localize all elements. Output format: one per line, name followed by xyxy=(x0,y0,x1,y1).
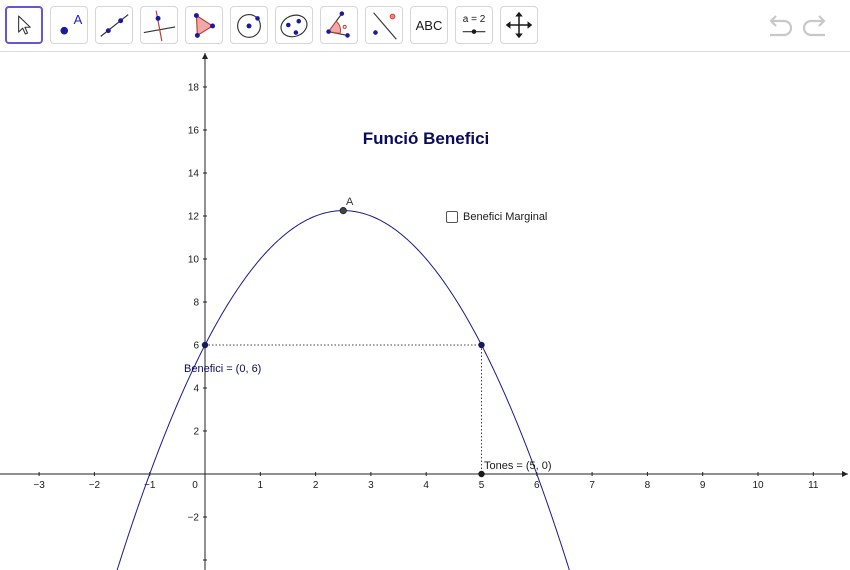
point-benefici[interactable] xyxy=(201,341,209,349)
move-graphics-view-icon xyxy=(505,11,533,39)
profit-curve[interactable] xyxy=(116,210,570,570)
y-tick-label: 12 xyxy=(188,212,200,223)
x-tick-label: −3 xyxy=(33,480,45,491)
y-tick-label: 10 xyxy=(188,255,200,266)
redo-icon xyxy=(802,15,826,37)
benefici-marginal-checkbox[interactable]: Benefici Marginal xyxy=(446,209,547,225)
point-on-curve[interactable] xyxy=(478,341,485,349)
line-icon xyxy=(100,14,129,37)
ellipse-icon xyxy=(280,14,308,38)
x-axis-arrow xyxy=(842,471,848,477)
point-tool-label: A xyxy=(73,12,83,27)
point-tones-label: Tones = (5, 0) xyxy=(484,460,552,472)
y-tick-label: 14 xyxy=(188,169,200,180)
graph-title: Funció Benefici xyxy=(363,129,490,148)
x-tick-label: 7 xyxy=(589,480,595,491)
checkbox-box[interactable] xyxy=(446,211,458,223)
y-tick-label: 16 xyxy=(188,126,200,137)
graph-canvas[interactable]: −3 −2 −1 0 1 2 3 4 5 6 7 8 9 10 11 18161412108642−2 Fu… xyxy=(0,52,850,570)
y-tick-label: 4 xyxy=(193,384,199,395)
text-tool-label: ABC xyxy=(415,18,443,33)
x-tick-label: 1 xyxy=(258,480,264,491)
point-a[interactable] xyxy=(339,207,347,215)
line-tool[interactable] xyxy=(95,6,133,44)
perpendicular-line-tool[interactable] xyxy=(140,6,178,44)
y-tick-label: 18 xyxy=(188,83,200,94)
checkbox-label: Benefici Marginal xyxy=(463,211,548,223)
x-tick-label: 0 xyxy=(192,480,198,491)
x-tick-label: 11 xyxy=(808,480,819,491)
circle-tool[interactable] xyxy=(230,6,268,44)
text-tool[interactable]: ABC xyxy=(410,6,448,44)
undo-button[interactable] xyxy=(764,12,794,42)
move-tool[interactable] xyxy=(5,6,43,44)
graphics-view[interactable]: −3 −2 −1 0 1 2 3 4 5 6 7 8 9 10 11 18 16 14 12 10 8 6 4 2 −2 Fu… xyxy=(0,52,850,570)
point-a-label: A xyxy=(346,196,354,208)
circle-center-icon xyxy=(237,14,261,38)
y-tick-label: 2 xyxy=(193,427,199,438)
y-tick-label: 8 xyxy=(193,298,199,309)
point-tool[interactable]: A xyxy=(50,6,88,44)
conic-tool[interactable] xyxy=(275,6,313,44)
slider-tool[interactable]: a = 2 xyxy=(455,6,493,44)
arrow-cursor-icon xyxy=(18,15,31,35)
x-tick-label: 5 xyxy=(479,480,485,491)
perpendicular-line-icon xyxy=(143,10,176,42)
x-tick-label: 4 xyxy=(423,480,429,491)
angle-icon xyxy=(326,11,350,38)
x-tick-label: 3 xyxy=(368,480,374,491)
slider-icon xyxy=(462,29,486,34)
move-view-tool[interactable] xyxy=(500,6,538,44)
y-axis-arrow xyxy=(202,53,208,59)
undo-icon xyxy=(769,15,793,37)
reflect-point-icon xyxy=(373,12,397,40)
reflect-tool[interactable] xyxy=(365,6,403,44)
x-tick-label: 9 xyxy=(700,480,706,491)
x-tick-label: 10 xyxy=(752,480,764,491)
x-tick-label: 2 xyxy=(313,480,319,491)
x-tick-label: −2 xyxy=(89,480,101,491)
polygon-tool[interactable] xyxy=(185,6,223,44)
redo-button[interactable] xyxy=(801,12,831,42)
angle-tool[interactable] xyxy=(320,6,358,44)
polygon-icon xyxy=(193,13,215,38)
x-tick-label: 8 xyxy=(645,480,651,491)
point-benefici-label: Benefici = (0, 6) xyxy=(184,363,261,375)
y-tick-label: −2 xyxy=(188,513,200,524)
toolbar: A ABC a = 2 xyxy=(0,0,850,52)
y-tick-label: 6 xyxy=(193,341,199,352)
